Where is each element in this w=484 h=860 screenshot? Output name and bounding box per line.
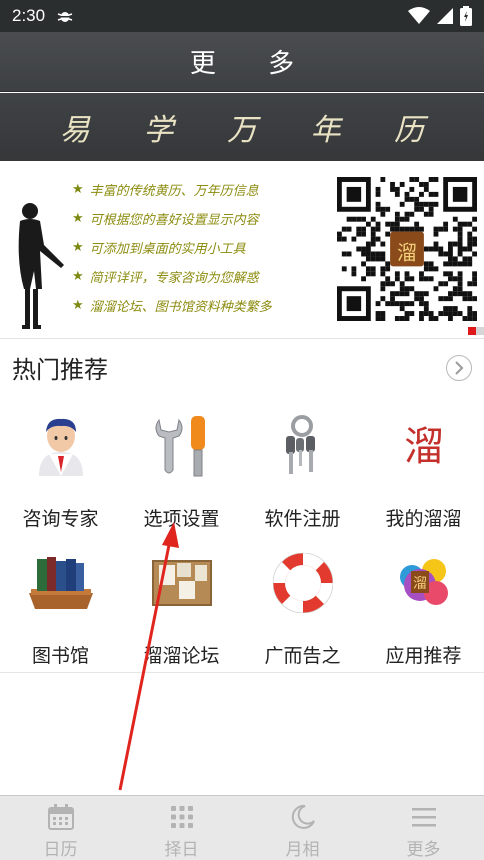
grid-item-label: 咨询专家 [22, 508, 99, 530]
nav-label: 更多 [406, 840, 441, 860]
nav-label: 月相 [285, 840, 320, 860]
grid-item-ads[interactable]: 广而告之 [242, 535, 363, 672]
nav-item-select-day[interactable]: 择日 [121, 796, 242, 860]
promo-line: ★ 丰富的传统黄历、万年历信息 [72, 182, 259, 199]
star-icon: ★ [72, 211, 84, 226]
grid-item-label: 应用推荐 [385, 645, 462, 667]
promo-line: ★ 可添加到桌面的实用小工具 [72, 240, 246, 257]
menu-icon [409, 802, 439, 832]
promo-features: ★ 丰富的传统黄历、万年历信息 ★ 可根据您的喜好设置显示内容 ★ 可添加到桌面的实用… [72, 175, 334, 320]
svg-text:溜: 溜 [413, 576, 427, 592]
grid-item-label: 溜溜论坛 [143, 645, 220, 667]
banner-title: 易 学 万 年 历 [59, 113, 447, 148]
nav-label: 日历 [43, 840, 78, 860]
section-header: 热门推荐 [0, 338, 484, 396]
debug-icon [57, 12, 73, 22]
page-title: 更 多 [189, 49, 317, 79]
nav-item-calendar[interactable]: 日历 [0, 796, 121, 860]
signal-icon [437, 8, 453, 24]
qr-code: 溜 [337, 177, 477, 321]
page-title-bar: 更 多 [0, 32, 484, 92]
pager-dot-active [468, 327, 476, 335]
star-icon: ★ [72, 240, 84, 255]
promo-line: ★ 溜溜论坛、图书馆资料种类繁多 [72, 298, 272, 315]
grid-item-label: 图书馆 [31, 645, 89, 667]
promo-pager [468, 327, 484, 335]
grid-item-label: 我的溜溜 [385, 508, 462, 530]
grid-icon [167, 802, 197, 832]
board-icon [146, 547, 218, 619]
tools-icon [146, 410, 218, 482]
chevron-right-icon[interactable] [446, 354, 472, 381]
grid-item-mine[interactable]: 溜 我的溜溜 [363, 398, 484, 535]
grid-item-register[interactable]: 软件注册 [242, 398, 363, 535]
pager-dot [476, 327, 484, 335]
grid-item-label: 软件注册 [264, 508, 341, 530]
nav-item-more[interactable]: 更多 [363, 796, 484, 860]
status-time: 2:30 [12, 6, 46, 25]
lifebuoy-icon [267, 547, 339, 619]
star-icon: ★ [72, 298, 84, 313]
nav-label: 择日 [164, 840, 199, 860]
star-icon: ★ [72, 182, 84, 197]
expert-icon [25, 410, 97, 482]
grid-item-forum[interactable]: 溜溜论坛 [121, 535, 242, 672]
books-icon [25, 547, 97, 619]
grid-item-expert[interactable]: 咨询专家 [0, 398, 121, 535]
star-icon: ★ [72, 269, 84, 284]
grid-item-label: 广而告之 [264, 645, 341, 667]
svg-text:溜: 溜 [404, 424, 444, 470]
grid-divider [0, 672, 484, 673]
promo-line: ★ 简评详评，专家咨询为您解惑 [72, 269, 259, 286]
qr-center-text: 溜 [397, 240, 417, 264]
app-banner: 易 学 万 年 历 [0, 93, 484, 161]
nav-item-moon-phase[interactable]: 月相 [242, 796, 363, 860]
battery-icon [460, 6, 472, 26]
status-bar: 2:30 [0, 0, 484, 32]
recommend-grid: 咨询专家 选项设置 软件注册 溜 我的溜溜 图书馆 溜溜论坛 广而告之 溜 应用… [0, 398, 484, 672]
grid-item-library[interactable]: 图书馆 [0, 535, 121, 672]
balls-icon: 溜 [388, 547, 460, 619]
bottom-nav: 日历 择日 月相 更多 [0, 795, 484, 860]
promo-line: ★ 可根据您的喜好设置显示内容 [72, 211, 259, 228]
keys-icon [267, 410, 339, 482]
grid-item-apps[interactable]: 溜 应用推荐 [363, 535, 484, 672]
grid-item-label: 选项设置 [143, 508, 220, 530]
seal-icon: 溜 [388, 410, 460, 482]
grid-item-settings[interactable]: 选项设置 [121, 398, 242, 535]
presenter-figure-icon [18, 203, 65, 329]
moon-icon [288, 802, 318, 832]
promo-banner[interactable]: ★ 丰富的传统黄历、万年历信息 ★ 可根据您的喜好设置显示内容 ★ 可添加到桌面的实用… [0, 161, 484, 337]
calendar-icon [46, 802, 76, 832]
wifi-icon [408, 7, 430, 24]
section-title: 热门推荐 [12, 356, 108, 384]
